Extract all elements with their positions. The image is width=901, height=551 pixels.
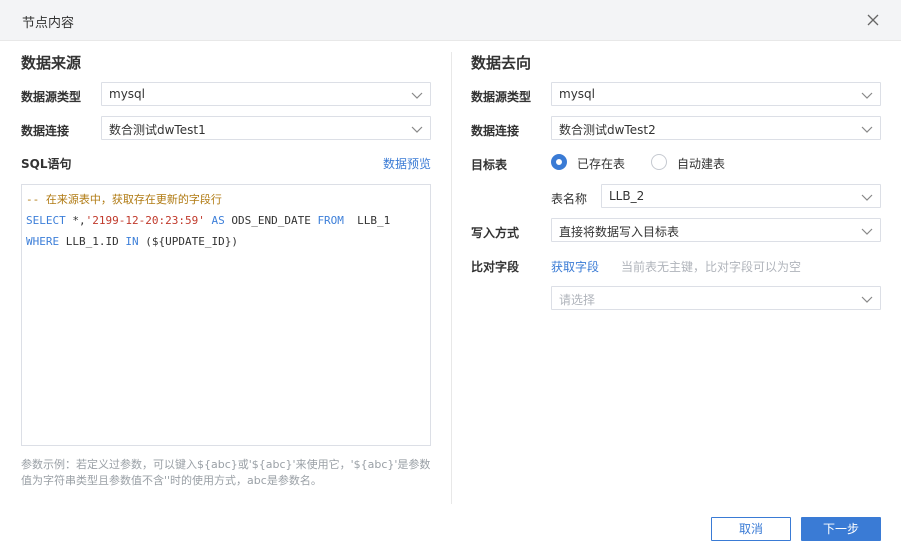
compare-note: 当前表无主键，比对字段可以为空: [621, 260, 802, 274]
sql-keyword: SELECT: [26, 214, 66, 227]
source-type-label: 数据源类型: [21, 90, 82, 104]
chevron-down-icon: [411, 126, 423, 133]
write-mode-select[interactable]: 直接将数据写入目标表: [551, 218, 881, 242]
dialog-title: 节点内容: [22, 16, 75, 31]
radio-existing-label[interactable]: 已存在表: [577, 155, 625, 172]
sql-text: ODS_END_DATE: [224, 214, 318, 227]
cancel-button[interactable]: 取消: [711, 517, 791, 541]
sql-editor[interactable]: -- 在来源表中，获取存在更新的字段行 SELECT *,'2199-12-20…: [21, 184, 431, 446]
chevron-down-icon: [861, 92, 873, 99]
write-mode-label: 写入方式: [471, 226, 520, 240]
sql-text: *,: [65, 214, 86, 227]
source-conn-select[interactable]: 数合测试dwTest1: [101, 116, 431, 140]
sql-keyword: AS: [204, 214, 225, 227]
target-type-value: mysql: [559, 87, 595, 101]
sql-text: LLB_1: [343, 214, 391, 227]
chevron-down-icon: [411, 92, 423, 99]
target-conn-label: 数据连接: [471, 124, 520, 138]
dialog-header: 节点内容: [0, 0, 901, 41]
compare-field-placeholder: 请选择: [559, 293, 596, 307]
sql-keyword: WHERE: [26, 235, 60, 248]
fetch-fields-link[interactable]: 获取字段: [551, 258, 599, 275]
sql-text: (${UPDATE_ID}): [138, 235, 238, 248]
target-type-label: 数据源类型: [471, 90, 532, 104]
source-conn-label: 数据连接: [21, 124, 70, 138]
source-type-select[interactable]: mysql: [101, 82, 431, 106]
target-table-label: 目标表: [471, 158, 508, 172]
compare-field-select[interactable]: 请选择: [551, 286, 881, 310]
sql-label: SQL语句: [21, 157, 72, 171]
chevron-down-icon: [861, 194, 873, 201]
write-mode-value: 直接将数据写入目标表: [559, 225, 680, 239]
sql-line-2: SELECT *,'2199-12-20:23:59' AS ODS_END_D…: [26, 213, 426, 234]
sql-keyword: FROM: [317, 214, 344, 227]
target-type-select[interactable]: mysql: [551, 82, 881, 106]
param-hint: 参数示例：若定义过参数，可以键入${abc}或'${abc}'来使用它，'${a…: [21, 458, 431, 487]
close-icon[interactable]: [864, 11, 882, 29]
sql-keyword: IN: [125, 235, 139, 248]
column-divider: [451, 52, 452, 504]
radio-existing-table[interactable]: [551, 154, 567, 170]
sql-comment: -- 在来源表中，获取存在更新的字段行: [26, 193, 222, 206]
table-name-select[interactable]: LLB_2: [601, 184, 881, 208]
chevron-down-icon: [861, 126, 873, 133]
chevron-down-icon: [861, 296, 873, 303]
sql-string: '2199-12-20:23:59': [85, 214, 205, 227]
table-name-value: LLB_2: [609, 189, 645, 203]
sql-text: LLB_1.ID: [59, 235, 126, 248]
compare-field-label: 比对字段: [471, 260, 520, 274]
source-conn-value: 数合测试dwTest1: [109, 123, 206, 137]
target-section-title: 数据去向: [471, 54, 532, 72]
next-step-button[interactable]: 下一步: [801, 517, 881, 541]
radio-auto-label[interactable]: 自动建表: [677, 155, 725, 172]
data-preview-link[interactable]: 数据预览: [383, 155, 431, 172]
radio-auto-create[interactable]: [651, 154, 667, 170]
sql-line-1: -- 在来源表中，获取存在更新的字段行: [26, 192, 426, 213]
source-section-title: 数据来源: [21, 54, 82, 72]
target-conn-select[interactable]: 数合测试dwTest2: [551, 116, 881, 140]
table-name-label: 表名称: [551, 192, 588, 206]
chevron-down-icon: [861, 228, 873, 235]
source-type-value: mysql: [109, 87, 145, 101]
target-conn-value: 数合测试dwTest2: [559, 123, 656, 137]
sql-line-3: WHERE LLB_1.ID IN (${UPDATE_ID}): [26, 234, 426, 255]
